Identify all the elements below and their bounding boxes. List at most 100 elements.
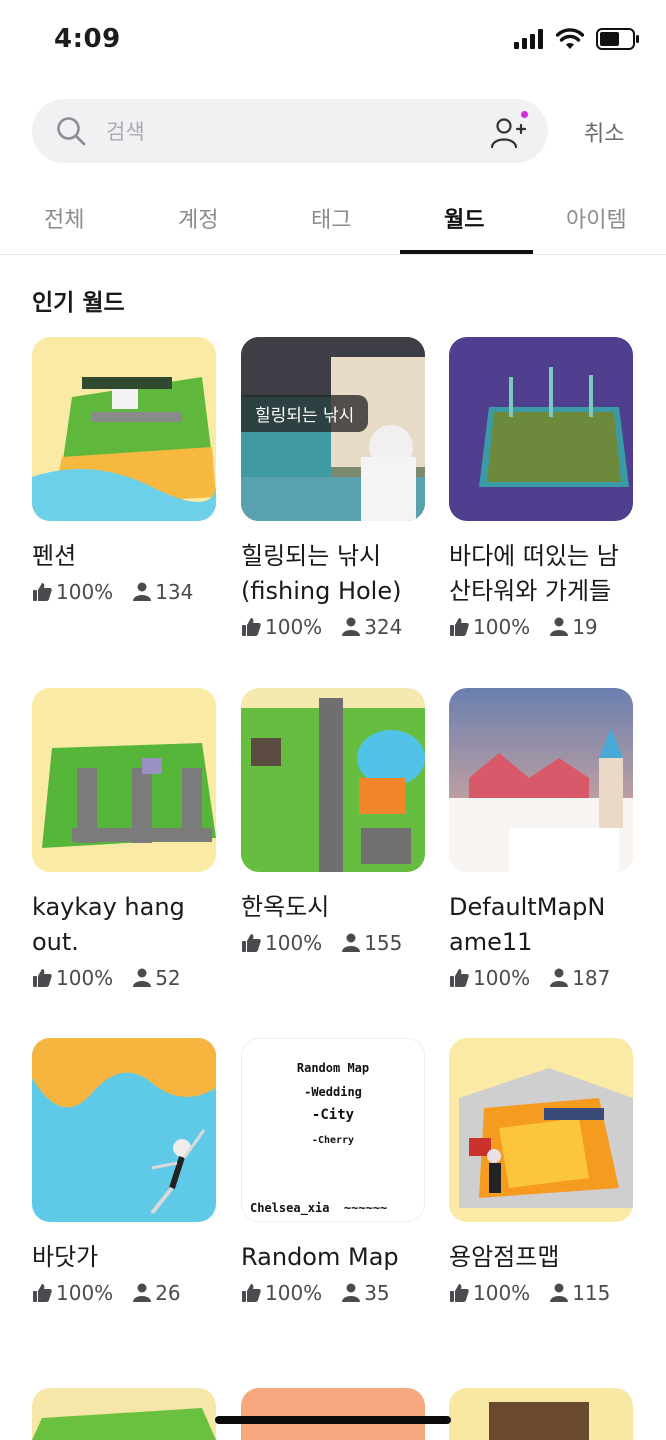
world-thumbnail[interactable] bbox=[32, 1038, 216, 1222]
user-count: 155 bbox=[364, 931, 403, 955]
user-count: 187 bbox=[572, 966, 611, 990]
like-percent: 100% bbox=[473, 1281, 531, 1305]
active-tab-indicator bbox=[400, 250, 533, 254]
cancel-button[interactable]: 취소 bbox=[584, 116, 624, 148]
world-card[interactable]: 바닷가 100% 26 bbox=[32, 1038, 218, 1305]
notification-dot bbox=[521, 111, 528, 118]
thumbnail-text: Chelsea_xia ~~~~~~ bbox=[250, 1201, 388, 1215]
tab-worlds[interactable]: 월드 bbox=[444, 202, 484, 234]
tab-tags[interactable]: 태그 bbox=[311, 202, 351, 234]
world-title: Random Map bbox=[241, 1243, 399, 1271]
like-percent: 100% bbox=[473, 615, 531, 639]
person-icon bbox=[342, 1283, 361, 1302]
world-stats: 100% 19 bbox=[449, 615, 635, 639]
status-bar: 4:09 bbox=[0, 0, 666, 84]
world-card[interactable]: 힐링되는 낚시 힐링되는 낚시 (fishing Hole) 100% 324 bbox=[241, 337, 427, 639]
world-stats: 100% 324 bbox=[241, 615, 427, 639]
world-thumbnail[interactable] bbox=[241, 688, 425, 872]
world-title: kaykay hang out. bbox=[32, 893, 185, 956]
thumbnail-caption: 힐링되는 낚시 bbox=[241, 395, 369, 432]
person-icon bbox=[550, 1283, 569, 1302]
person-icon bbox=[342, 617, 361, 636]
cellular-signal-icon bbox=[514, 29, 543, 49]
world-thumbnail[interactable] bbox=[32, 688, 216, 872]
world-title: 바다에 떠있는 남 산타워와 가게들 bbox=[449, 542, 619, 605]
section-title: 인기 월드 bbox=[32, 290, 125, 316]
user-count: 52 bbox=[155, 966, 181, 990]
search-input[interactable] bbox=[104, 111, 488, 153]
world-title: DefaultMapN ame11 bbox=[449, 893, 606, 956]
user-count: 134 bbox=[155, 580, 194, 604]
like-percent: 100% bbox=[56, 966, 114, 990]
search-bar[interactable] bbox=[32, 99, 548, 163]
world-stats: 100% 115 bbox=[449, 1281, 635, 1305]
tab-accounts[interactable]: 계정 bbox=[178, 202, 218, 234]
like-percent: 100% bbox=[56, 580, 114, 604]
like-percent: 100% bbox=[265, 931, 323, 955]
world-thumbnail-partial[interactable] bbox=[241, 1388, 425, 1440]
world-stats: 100% 155 bbox=[241, 931, 427, 955]
user-count: 115 bbox=[572, 1281, 611, 1305]
world-title: 펜션 bbox=[32, 542, 77, 570]
world-card[interactable]: 펜션 100% 134 bbox=[32, 337, 218, 604]
thumbnail-text: -Cherry bbox=[311, 1135, 355, 1146]
thumbs-up-icon bbox=[450, 1284, 469, 1302]
status-icons bbox=[514, 28, 640, 50]
add-user-icon bbox=[490, 118, 526, 149]
add-friend-button[interactable] bbox=[490, 111, 530, 151]
world-thumbnail[interactable] bbox=[449, 688, 633, 872]
thumbs-up-icon bbox=[450, 618, 469, 636]
thumbs-up-icon bbox=[242, 1284, 261, 1302]
thumbs-up-icon bbox=[33, 1284, 52, 1302]
world-card[interactable]: 한옥도시 100% 155 bbox=[241, 688, 427, 955]
user-count: 19 bbox=[572, 615, 598, 639]
world-thumbnail[interactable] bbox=[449, 1038, 633, 1222]
wifi-icon bbox=[556, 28, 584, 49]
world-stats: 100% 134 bbox=[32, 580, 218, 604]
like-percent: 100% bbox=[265, 1281, 323, 1305]
home-indicator bbox=[215, 1416, 451, 1424]
world-stats: 100% 26 bbox=[32, 1281, 218, 1305]
user-count: 324 bbox=[364, 615, 403, 639]
tab-bar: 전체 계정 태그 월드 아이템 bbox=[0, 190, 666, 255]
person-icon bbox=[133, 582, 152, 601]
thumbnail-text: Random Map bbox=[296, 1061, 370, 1075]
world-card[interactable]: DefaultMapN ame11 100% 187 bbox=[449, 688, 635, 990]
user-count: 35 bbox=[364, 1281, 390, 1305]
person-icon bbox=[133, 968, 152, 987]
world-thumbnail[interactable] bbox=[449, 337, 633, 521]
world-card[interactable]: 용암점프맵 100% 115 bbox=[449, 1038, 635, 1305]
world-thumbnail-partial[interactable] bbox=[449, 1388, 633, 1440]
thumbs-up-icon bbox=[33, 583, 52, 601]
thumbs-up-icon bbox=[242, 618, 261, 636]
like-percent: 100% bbox=[473, 966, 531, 990]
thumbs-up-icon bbox=[33, 969, 52, 987]
tab-all[interactable]: 전체 bbox=[44, 202, 84, 234]
world-title: 용암점프맵 bbox=[449, 1243, 560, 1271]
world-thumbnail[interactable]: Random Map -Wedding -City -Cherry Chelse… bbox=[241, 1038, 425, 1222]
user-count: 26 bbox=[155, 1281, 181, 1305]
battery-icon bbox=[596, 28, 639, 50]
world-card[interactable]: Random Map -Wedding -City -Cherry Chelse… bbox=[241, 1038, 427, 1305]
thumbs-up-icon bbox=[450, 969, 469, 987]
thumbnail-text: -City bbox=[311, 1107, 355, 1123]
world-title: 바닷가 bbox=[32, 1243, 99, 1271]
person-icon bbox=[133, 1283, 152, 1302]
world-thumbnail[interactable]: 힐링되는 낚시 bbox=[241, 337, 425, 521]
world-stats: 100% 52 bbox=[32, 966, 218, 990]
person-icon bbox=[342, 933, 361, 952]
clock: 4:09 bbox=[54, 24, 121, 54]
world-card[interactable]: 바다에 떠있는 남 산타워와 가게들 100% 19 bbox=[449, 337, 635, 639]
world-title: 힐링되는 낚시 (fishing Hole) bbox=[241, 542, 402, 605]
world-thumbnail-partial[interactable] bbox=[32, 1388, 216, 1440]
tab-items[interactable]: 아이템 bbox=[566, 202, 627, 234]
world-title: 한옥도시 bbox=[241, 893, 330, 921]
thumbnail-text: -Wedding bbox=[304, 1085, 362, 1099]
person-icon bbox=[550, 617, 569, 636]
search-icon bbox=[57, 117, 86, 146]
world-card[interactable]: kaykay hang out. 100% 52 bbox=[32, 688, 218, 990]
world-stats: 100% 187 bbox=[449, 966, 635, 990]
person-icon bbox=[550, 968, 569, 987]
world-thumbnail[interactable] bbox=[32, 337, 216, 521]
thumbs-up-icon bbox=[242, 934, 261, 952]
